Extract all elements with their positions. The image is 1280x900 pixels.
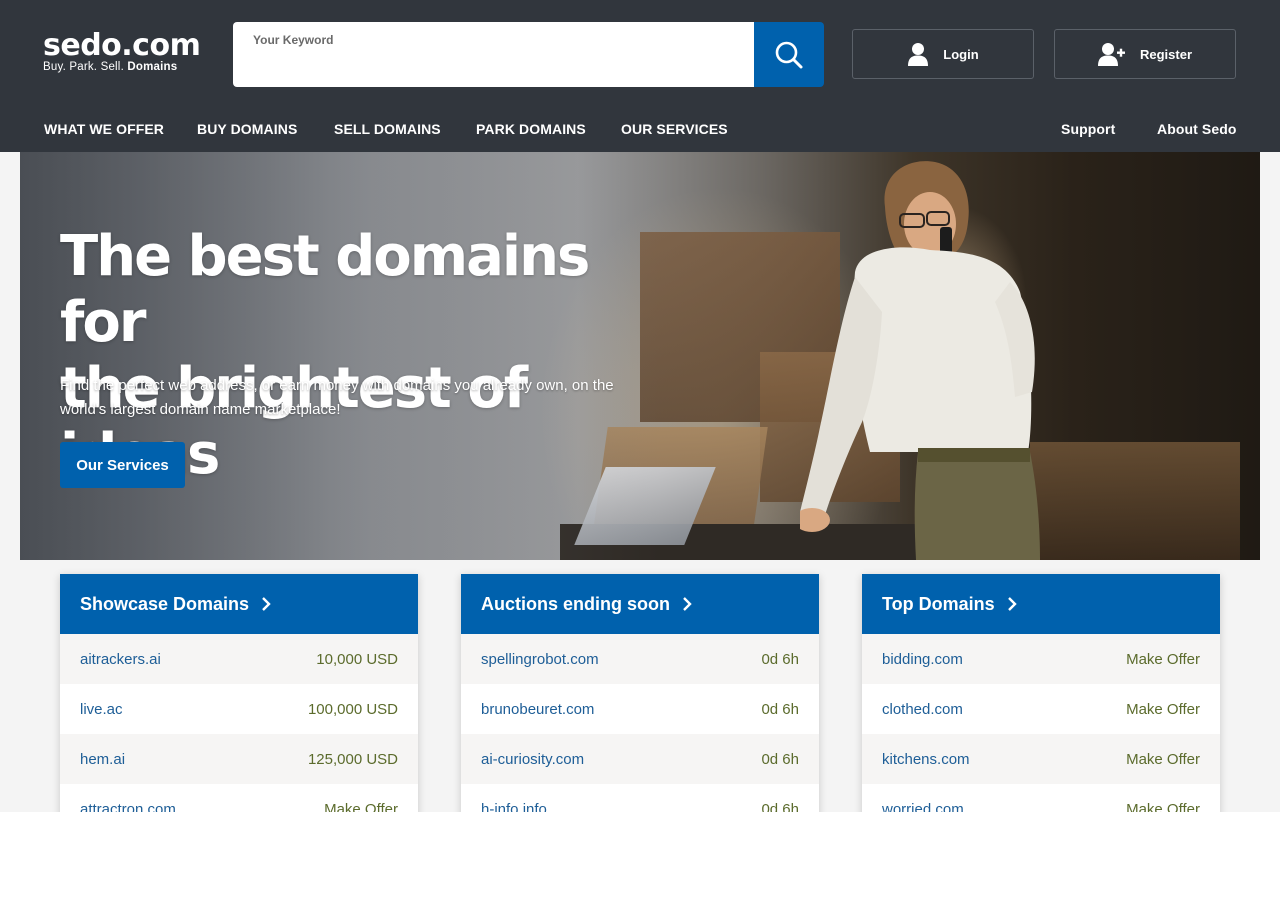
hero-banner: The best domains for the brightest of id… bbox=[20, 152, 1260, 560]
time-remaining: 0d 6h bbox=[761, 800, 799, 813]
time-remaining: 0d 6h bbox=[761, 750, 799, 768]
domain-link[interactable]: kitchens.com bbox=[882, 751, 970, 768]
domain-link[interactable]: spellingrobot.com bbox=[481, 651, 599, 668]
chevron-right-icon bbox=[261, 596, 271, 612]
our-services-button[interactable]: Our Services bbox=[60, 442, 185, 488]
search-icon bbox=[774, 40, 804, 70]
list-item[interactable]: clothed.com Make Offer bbox=[862, 684, 1220, 734]
domain-price: Make Offer bbox=[324, 800, 398, 813]
list-item[interactable]: bidding.com Make Offer bbox=[862, 634, 1220, 684]
nav-what-we-offer[interactable]: WHAT WE OFFER bbox=[44, 121, 164, 137]
logo-wordmark: sedo.com bbox=[43, 28, 201, 63]
login-button[interactable]: Login bbox=[852, 29, 1034, 79]
domain-link[interactable]: h-info.info bbox=[481, 801, 547, 813]
chevron-right-icon bbox=[682, 596, 692, 612]
time-remaining: 0d 6h bbox=[761, 650, 799, 668]
card-rows: spellingrobot.com 0d 6h brunobeuret.com 0d… bbox=[461, 634, 819, 812]
domain-link[interactable]: aitrackers.ai bbox=[80, 651, 161, 668]
hero-bg-box bbox=[1030, 442, 1240, 560]
top-domains-header[interactable]: Top Domains bbox=[862, 574, 1220, 634]
list-item[interactable]: brunobeuret.com 0d 6h bbox=[461, 684, 819, 734]
logo-tagline-plain: Buy. Park. Sell. bbox=[43, 61, 124, 73]
register-button[interactable]: Register bbox=[1054, 29, 1236, 79]
domain-link[interactable]: live.ac bbox=[80, 701, 123, 718]
search-label: Your Keyword bbox=[253, 33, 334, 47]
card-rows: aitrackers.ai 10,000 USD live.ac 100,000 U… bbox=[60, 634, 418, 812]
sedo-logo[interactable]: sedo.com Buy. Park. Sell. Domains bbox=[43, 28, 201, 74]
nav-sell-domains[interactable]: SELL DOMAINS bbox=[334, 121, 441, 137]
list-item[interactable]: spellingrobot.com 0d 6h bbox=[461, 634, 819, 684]
card-title: Auctions ending soon bbox=[481, 593, 670, 614]
card-title: Top Domains bbox=[882, 593, 995, 614]
logo-tagline-bold: Domains bbox=[127, 61, 178, 73]
list-item[interactable]: attractron.com Make Offer bbox=[60, 784, 418, 812]
domain-link[interactable]: hem.ai bbox=[80, 751, 125, 768]
login-label: Login bbox=[943, 46, 979, 62]
domain-price: Make Offer bbox=[1126, 700, 1200, 718]
showcase-domains-card: Showcase Domains aitrackers.ai 10,000 USD… bbox=[60, 574, 418, 812]
logo-tagline: Buy. Park. Sell. Domains bbox=[43, 61, 200, 73]
nav-park-domains[interactable]: PARK DOMAINS bbox=[476, 121, 586, 137]
domain-link[interactable]: brunobeuret.com bbox=[481, 701, 594, 718]
showcase-domains-header[interactable]: Showcase Domains bbox=[60, 574, 418, 634]
list-item[interactable]: ai-curiosity.com 0d 6h bbox=[461, 734, 819, 784]
site-header: sedo.com Buy. Park. Sell. Domains Your K… bbox=[0, 0, 1280, 152]
main-nav: WHAT WE OFFER BUY DOMAINS SELL DOMAINS P… bbox=[0, 113, 1280, 147]
list-item[interactable]: h-info.info 0d 6h bbox=[461, 784, 819, 812]
card-title: Showcase Domains bbox=[80, 593, 250, 614]
nav-support[interactable]: Support bbox=[1061, 121, 1115, 137]
domain-link[interactable]: ai-curiosity.com bbox=[481, 751, 584, 768]
nav-our-services[interactable]: OUR SERVICES bbox=[621, 121, 728, 137]
hero-title-line-1: The best domains for bbox=[60, 224, 590, 355]
list-item[interactable]: hem.ai 125,000 USD bbox=[60, 734, 418, 784]
card-rows: bidding.com Make Offer clothed.com Make Of… bbox=[862, 634, 1220, 812]
domain-price: Make Offer bbox=[1126, 650, 1200, 668]
list-item[interactable]: kitchens.com Make Offer bbox=[862, 734, 1220, 784]
domain-link[interactable]: attractron.com bbox=[80, 801, 176, 813]
search-button[interactable] bbox=[754, 22, 824, 87]
time-remaining: 0d 6h bbox=[761, 700, 799, 718]
list-item[interactable]: worried.com Make Offer bbox=[862, 784, 1220, 812]
domain-price: Make Offer bbox=[1126, 800, 1200, 813]
user-icon bbox=[907, 42, 929, 66]
nav-about-sedo[interactable]: About Sedo bbox=[1157, 121, 1237, 137]
hero-woman-image bbox=[800, 161, 1040, 560]
chevron-right-icon bbox=[1007, 596, 1017, 612]
domain-link[interactable]: worried.com bbox=[882, 801, 964, 813]
search-box: Your Keyword bbox=[233, 22, 754, 87]
register-label: Register bbox=[1139, 46, 1193, 62]
page-viewport: sedo.com Buy. Park. Sell. Domains Your K… bbox=[0, 0, 1280, 812]
auctions-ending-soon-card: Auctions ending soon spellingrobot.com 0d… bbox=[461, 574, 819, 812]
hero-subtitle: Find the perfect web address, or earn mo… bbox=[60, 377, 614, 418]
list-item[interactable]: live.ac 100,000 USD bbox=[60, 684, 418, 734]
domain-price: Make Offer bbox=[1126, 750, 1200, 768]
auctions-ending-soon-header[interactable]: Auctions ending soon bbox=[461, 574, 819, 634]
domain-link[interactable]: bidding.com bbox=[882, 651, 963, 668]
list-item[interactable]: aitrackers.ai 10,000 USD bbox=[60, 634, 418, 684]
domain-price: 100,000 USD bbox=[307, 700, 398, 718]
user-plus-icon bbox=[1097, 42, 1126, 66]
top-domains-card: Top Domains bidding.com Make Offer clothe… bbox=[862, 574, 1220, 812]
domain-price: 125,000 USD bbox=[307, 750, 398, 768]
nav-buy-domains[interactable]: BUY DOMAINS bbox=[197, 121, 297, 137]
domain-link[interactable]: clothed.com bbox=[882, 701, 963, 718]
search-input[interactable] bbox=[251, 52, 731, 80]
domain-price: 10,000 USD bbox=[316, 650, 398, 668]
